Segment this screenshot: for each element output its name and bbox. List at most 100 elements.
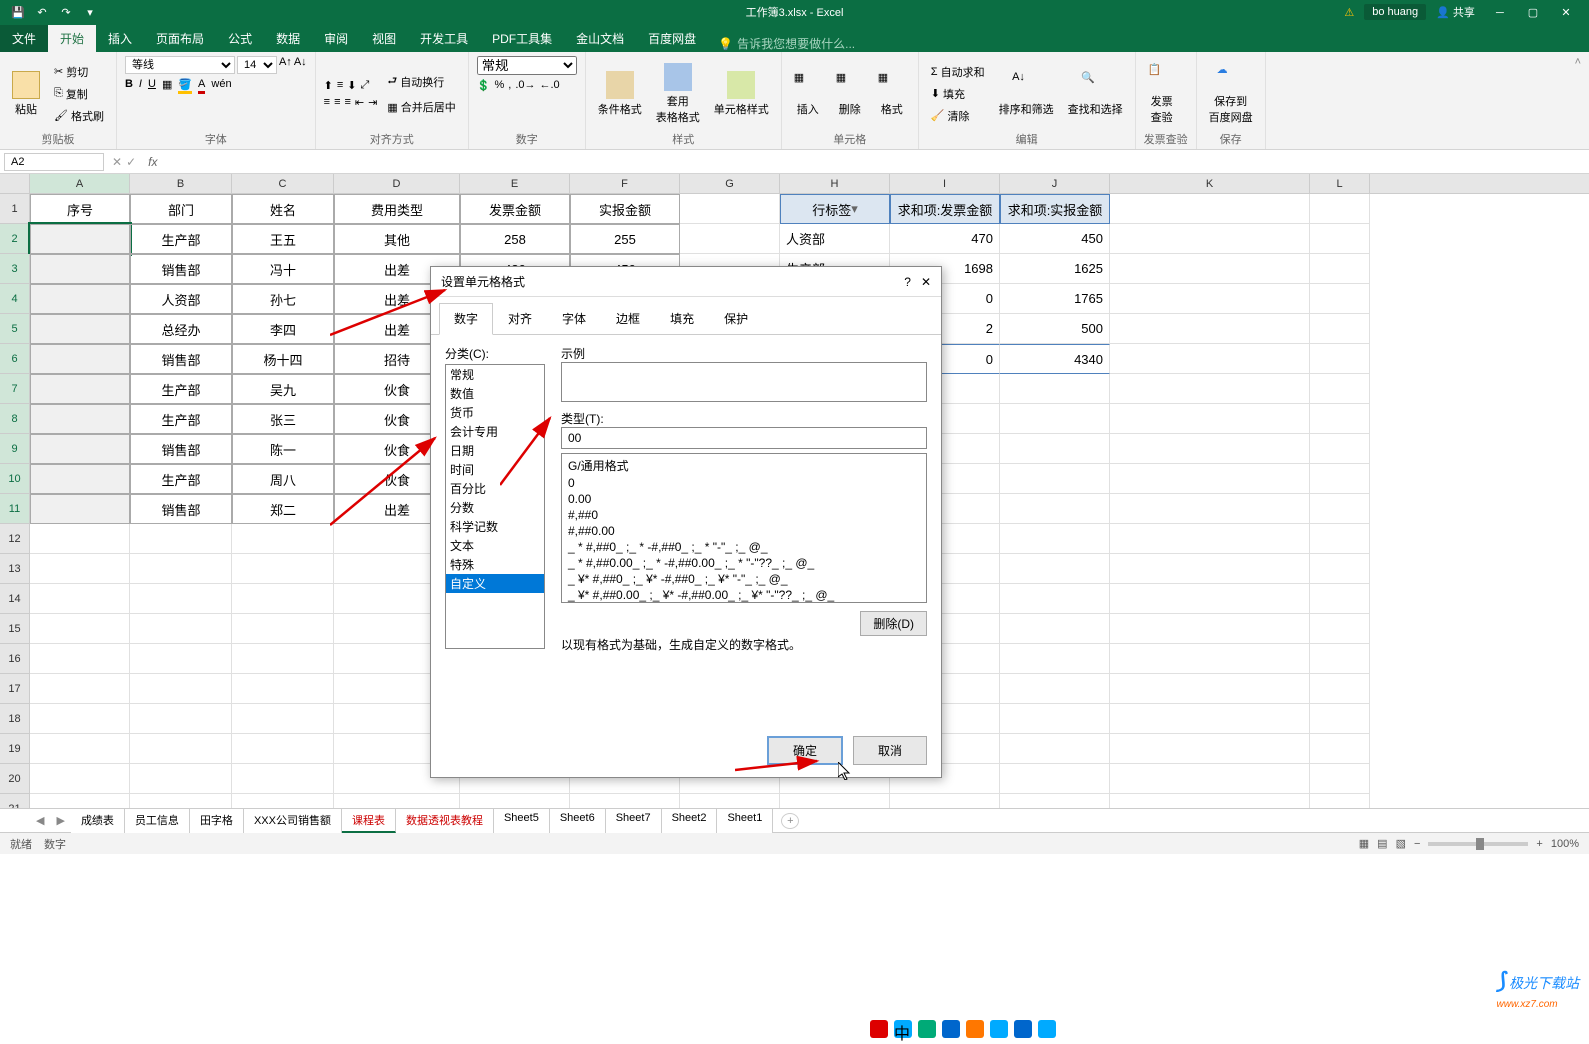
tab-view[interactable]: 视图 — [360, 25, 408, 52]
row-header[interactable]: 11 — [0, 494, 30, 524]
format-list[interactable]: G/通用格式00.00#,##0#,##0.00_ * #,##0_ ;_ * … — [561, 453, 927, 603]
format-item[interactable]: _ * #,##0_ ;_ * -#,##0_ ;_ * "-"_ ;_ @_ — [564, 539, 924, 555]
row-header[interactable]: 9 — [0, 434, 30, 464]
cell-K12[interactable] — [1110, 524, 1310, 554]
cell-K9[interactable] — [1110, 434, 1310, 464]
cell-B18[interactable] — [130, 704, 232, 734]
cell-F21[interactable] — [570, 794, 680, 808]
cell-C8[interactable]: 张三 — [232, 404, 334, 434]
cell-L20[interactable] — [1310, 764, 1370, 794]
cell-E1[interactable]: 发票金额 — [460, 194, 570, 224]
cell-I1[interactable]: 求和项:发票金额 — [890, 194, 1000, 224]
sheet-tab[interactable]: Sheet2 — [662, 809, 718, 833]
cell-C1[interactable]: 姓名 — [232, 194, 334, 224]
cell-B6[interactable]: 销售部 — [130, 344, 232, 374]
cell-J16[interactable] — [1000, 644, 1110, 674]
cell-B17[interactable] — [130, 674, 232, 704]
sheet-nav-next-icon[interactable]: ▶ — [50, 814, 70, 827]
insert-cells-button[interactable]: ▦插入 — [790, 69, 826, 119]
cell-J7[interactable] — [1000, 374, 1110, 404]
row-header[interactable]: 5 — [0, 314, 30, 344]
sheet-tab[interactable]: Sheet5 — [494, 809, 550, 833]
sheet-nav-prev-icon[interactable]: ◀ — [30, 814, 50, 827]
indent-increase-icon[interactable]: ⇥ — [368, 96, 377, 109]
cell-K14[interactable] — [1110, 584, 1310, 614]
cell-F2[interactable]: 255 — [570, 224, 680, 254]
select-all-corner[interactable] — [0, 174, 30, 193]
row-header[interactable]: 6 — [0, 344, 30, 374]
cell-C5[interactable]: 李四 — [232, 314, 334, 344]
cell-A3[interactable] — [30, 254, 130, 284]
cell-A13[interactable] — [30, 554, 130, 584]
cell-J18[interactable] — [1000, 704, 1110, 734]
cell-J10[interactable] — [1000, 464, 1110, 494]
col-header-D[interactable]: D — [334, 174, 460, 193]
formula-input[interactable] — [165, 152, 1589, 171]
row-header[interactable]: 15 — [0, 614, 30, 644]
category-item[interactable]: 自定义 — [446, 574, 544, 593]
increase-decimal-icon[interactable]: .0→ — [515, 79, 535, 92]
sheet-tab[interactable]: 课程表 — [342, 809, 396, 833]
format-item[interactable]: 0.00 — [564, 491, 924, 507]
cell-E2[interactable]: 258 — [460, 224, 570, 254]
save-icon[interactable]: 💾 — [8, 2, 28, 22]
category-item[interactable]: 日期 — [446, 441, 544, 460]
format-item[interactable]: _ * #,##0.00_ ;_ * -#,##0.00_ ;_ * "-"??… — [564, 555, 924, 571]
row-header[interactable]: 1 — [0, 194, 30, 224]
col-header-K[interactable]: K — [1110, 174, 1310, 193]
cell-A21[interactable] — [30, 794, 130, 808]
row-header[interactable]: 18 — [0, 704, 30, 734]
cell-L7[interactable] — [1310, 374, 1370, 404]
row-header[interactable]: 14 — [0, 584, 30, 614]
enter-formula-icon[interactable]: ✓ — [126, 155, 136, 169]
cell-B21[interactable] — [130, 794, 232, 808]
indent-decrease-icon[interactable]: ⇤ — [355, 96, 364, 109]
cell-K19[interactable] — [1110, 734, 1310, 764]
cell-E21[interactable] — [460, 794, 570, 808]
sheet-tab[interactable]: Sheet1 — [717, 809, 773, 833]
cell-B12[interactable] — [130, 524, 232, 554]
category-item[interactable]: 分数 — [446, 498, 544, 517]
cell-G21[interactable] — [680, 794, 780, 808]
row-header[interactable]: 10 — [0, 464, 30, 494]
cell-J1[interactable]: 求和项:实报金额 — [1000, 194, 1110, 224]
row-header[interactable]: 21 — [0, 794, 30, 808]
category-item[interactable]: 百分比 — [446, 479, 544, 498]
cell-L9[interactable] — [1310, 434, 1370, 464]
cell-A18[interactable] — [30, 704, 130, 734]
format-item[interactable]: G/通用格式 — [564, 456, 924, 475]
row-header[interactable]: 16 — [0, 644, 30, 674]
cell-B8[interactable]: 生产部 — [130, 404, 232, 434]
cell-A16[interactable] — [30, 644, 130, 674]
minimize-icon[interactable]: ─ — [1485, 7, 1515, 19]
row-header[interactable]: 2 — [0, 224, 30, 254]
tb-icon[interactable] — [966, 1020, 984, 1038]
cell-C19[interactable] — [232, 734, 334, 764]
cell-H2[interactable]: 人资部 — [780, 224, 890, 254]
merge-center-button[interactable]: ▦ 合并后居中 — [383, 97, 459, 117]
dtab-number[interactable]: 数字 — [439, 303, 493, 335]
cell-L10[interactable] — [1310, 464, 1370, 494]
invoice-check-button[interactable]: 📋发票 查验 — [1144, 61, 1180, 127]
cell-L6[interactable] — [1310, 344, 1370, 374]
format-painter-button[interactable]: 🖌 格式刷 — [50, 106, 108, 126]
cell-C21[interactable] — [232, 794, 334, 808]
category-list[interactable]: 常规数值货币会计专用日期时间百分比分数科学记数文本特殊自定义 — [445, 364, 545, 649]
cell-B9[interactable]: 销售部 — [130, 434, 232, 464]
cell-L11[interactable] — [1310, 494, 1370, 524]
close-icon[interactable]: ✕ — [1551, 6, 1581, 19]
cell-K1[interactable] — [1110, 194, 1310, 224]
category-item[interactable]: 会计专用 — [446, 422, 544, 441]
tab-baidu[interactable]: 百度网盘 — [636, 25, 708, 52]
format-item[interactable]: #,##0.00 — [564, 523, 924, 539]
cell-D2[interactable]: 其他 — [334, 224, 460, 254]
tab-pdf[interactable]: PDF工具集 — [480, 25, 564, 52]
col-header-A[interactable]: A — [30, 174, 130, 193]
cell-A9[interactable] — [30, 434, 130, 464]
font-size-select[interactable]: 14 — [237, 56, 277, 74]
align-right-icon[interactable]: ≡ — [345, 96, 351, 109]
col-header-J[interactable]: J — [1000, 174, 1110, 193]
orientation-icon[interactable]: ⤢ — [361, 79, 370, 92]
cell-H1[interactable]: 行标签 ▾ — [780, 194, 890, 224]
col-header-B[interactable]: B — [130, 174, 232, 193]
